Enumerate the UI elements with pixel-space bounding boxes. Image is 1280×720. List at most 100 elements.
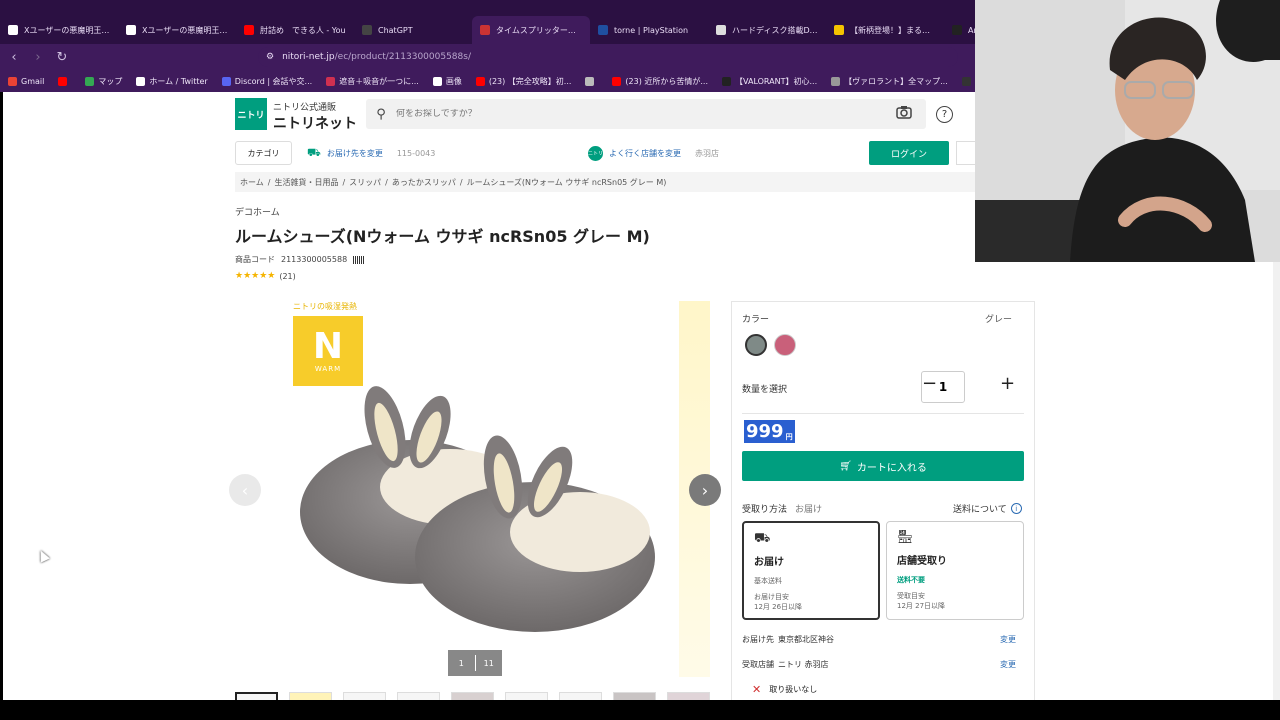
tab-title: 【新柄登場！】まるで猫 <box>850 25 936 35</box>
webcam-overlay <box>975 0 1280 262</box>
product-image[interactable]: ニトリの吸湿発熱 N WARM <box>235 297 675 677</box>
divider <box>742 413 1024 414</box>
browser-tab[interactable]: タイムスプリッター ｐｓ <box>472 16 590 44</box>
site-info-icon[interactable]: ⚙ <box>266 52 274 62</box>
pickup-store-change-link[interactable]: 変更 <box>1000 659 1024 670</box>
category-button[interactable]: カテゴリ <box>235 141 292 165</box>
barcode-icon[interactable] <box>353 255 366 264</box>
gallery-prev-button[interactable]: ‹ <box>229 474 261 506</box>
product-code-row: 商品コード 2113300005588 <box>235 254 366 265</box>
thumbnail[interactable] <box>613 692 656 700</box>
browser-tab[interactable]: Xユーザーの悪魔明王【粉 <box>0 16 118 44</box>
thumbnail[interactable] <box>505 692 548 700</box>
tab-title: ChatGPT <box>378 25 413 35</box>
bookmark-item[interactable]: 画像 <box>432 76 462 87</box>
search-input[interactable] <box>396 109 876 119</box>
breadcrumb-item[interactable]: スリッパ <box>349 177 381 188</box>
bookmark-item[interactable]: 遮音＋吸音が一つに... <box>326 76 419 87</box>
url-field[interactable]: ⚙ nitori-net.jp/ec/product/2113300005588… <box>258 47 958 67</box>
bookmark-item[interactable]: ホーム / Twitter <box>136 76 208 87</box>
destination-row: お届け先 東京都北区神谷 変更 <box>742 634 1024 645</box>
nitori-badge-icon: ニトリ <box>588 146 603 161</box>
thumbnail[interactable] <box>559 692 602 700</box>
shipping-info-link[interactable]: 送料について i <box>953 502 1022 515</box>
search-bar[interactable]: ⚲ <box>366 99 926 129</box>
login-button[interactable]: ログイン <box>869 141 949 165</box>
brand-name[interactable]: ニトリネット <box>273 113 357 133</box>
bookmark-item[interactable]: 【VALORANT】初心... <box>722 76 817 87</box>
bookmark-favicon-icon <box>8 76 17 86</box>
bookmark-item[interactable]: 【ヴァロラント】全マップ... <box>831 76 948 87</box>
bookmark-favicon-icon <box>612 76 622 86</box>
delivery-change-label: お届け先を変更 <box>326 149 383 158</box>
option-delivery[interactable]: ⛟ お届け 基本送料 お届け目安 12月 26日以降 <box>742 521 880 620</box>
thumbnail[interactable] <box>289 692 332 700</box>
bookmark-item[interactable] <box>58 76 71 86</box>
option-line2: お届け目安 <box>754 593 789 601</box>
gallery-next-button[interactable]: › <box>689 474 721 506</box>
bookmark-favicon-icon <box>221 76 231 86</box>
breadcrumb-separator: / <box>385 177 388 187</box>
thumbnail[interactable] <box>397 692 440 700</box>
bookmark-favicon-icon <box>85 76 95 86</box>
back-icon[interactable]: ‹ <box>4 47 24 67</box>
browser-tab[interactable]: 【新柄登場！】まるで猫 <box>826 16 944 44</box>
forward-icon[interactable]: › <box>28 47 48 67</box>
delivery-change-link[interactable]: ⛟ お届け先を変更 115-0043 <box>307 146 435 161</box>
brand-subtitle: ニトリ公式通販 <box>273 103 337 113</box>
bookmark-favicon-icon <box>831 76 841 86</box>
store-icon: 🏪︎ <box>897 530 914 545</box>
quantity-input[interactable]: 1 <box>921 371 965 403</box>
option-line3: 12月 26日以降 <box>754 603 803 611</box>
bookmark-label: Discord | 会話や交... <box>234 76 313 86</box>
destination-change-link[interactable]: 変更 <box>1000 634 1024 645</box>
bookmark-favicon-icon <box>475 76 485 86</box>
delivery-zip: 115-0043 <box>396 149 436 158</box>
breadcrumb-item[interactable]: ホーム <box>240 177 264 188</box>
destination-label: お届け先 <box>742 635 774 644</box>
store-name: 赤羽店 <box>695 149 719 158</box>
option-title: お届け <box>754 557 784 568</box>
bookmark-item[interactable]: マップ <box>85 76 122 87</box>
thumbnail[interactable] <box>343 692 386 700</box>
breadcrumb-item[interactable]: 生活雑貨・日用品 <box>274 177 338 188</box>
thumbnail[interactable] <box>451 692 494 700</box>
help-icon[interactable]: ? <box>936 106 953 123</box>
mouse-cursor <box>36 548 50 563</box>
color-swatch-gray[interactable] <box>745 334 767 356</box>
browser-tab[interactable]: 肘詰め できる人 - You <box>236 16 354 44</box>
browser-tab[interactable]: ハードディスク搭載DVDレ <box>708 16 826 44</box>
breadcrumb-item[interactable]: あったかスリッパ <box>392 177 456 188</box>
not-available-notice: ✕ 取り扱いなし <box>752 683 817 696</box>
add-to-cart-label: カートに入れる <box>856 462 927 474</box>
thumbnail-strip <box>235 692 710 700</box>
bookmark-item[interactable]: (23) 【完全攻略】初... <box>475 76 571 87</box>
url-host: nitori-net.jp <box>282 52 335 62</box>
browser-tab[interactable]: ChatGPT <box>354 16 472 44</box>
bookmark-favicon-icon <box>722 76 732 86</box>
store-change-link[interactable]: ニトリ よく行く店舗を変更 赤羽店 <box>588 146 719 161</box>
price-value: 999 <box>746 421 784 442</box>
site-icon <box>834 25 844 35</box>
option-store-pickup[interactable]: 🏪︎ 店舗受取り 送料不要 受取目安 12月 27日以降 <box>886 521 1024 620</box>
quantity-plus-button[interactable]: + <box>1000 373 1015 394</box>
product-maker[interactable]: デコホーム <box>235 205 280 218</box>
breadcrumb-separator: / <box>342 177 346 187</box>
thumbnail[interactable] <box>667 692 710 700</box>
thumbnail[interactable] <box>235 692 278 700</box>
screen: Xユーザーの悪魔明王【粉 Xユーザーの悪魔明王【粉 肘詰め できる人 - You Ch… <box>0 0 1280 720</box>
reload-icon[interactable]: ↻ <box>52 47 72 67</box>
bookmark-item[interactable]: Gmail <box>8 76 44 86</box>
add-to-cart-button[interactable]: 🛒︎ カートに入れる <box>742 451 1024 481</box>
product-code-label: 商品コード <box>235 255 275 264</box>
browser-tab[interactable]: torne | PlayStation <box>590 16 708 44</box>
color-swatch-pink[interactable] <box>774 334 796 356</box>
tab-title: 肘詰め できる人 - You <box>260 25 346 35</box>
bookmark-item[interactable]: Discord | 会話や交... <box>221 76 313 87</box>
camera-icon[interactable] <box>896 105 914 123</box>
bookmark-item[interactable] <box>585 76 598 86</box>
product-rating[interactable]: ★★★★★ (21) <box>235 271 296 281</box>
nitori-logo[interactable]: ニトリ <box>235 98 267 130</box>
bookmark-item[interactable]: (23) 近所から苦情が... <box>612 76 708 87</box>
browser-tab[interactable]: Xユーザーの悪魔明王【粉 <box>118 16 236 44</box>
